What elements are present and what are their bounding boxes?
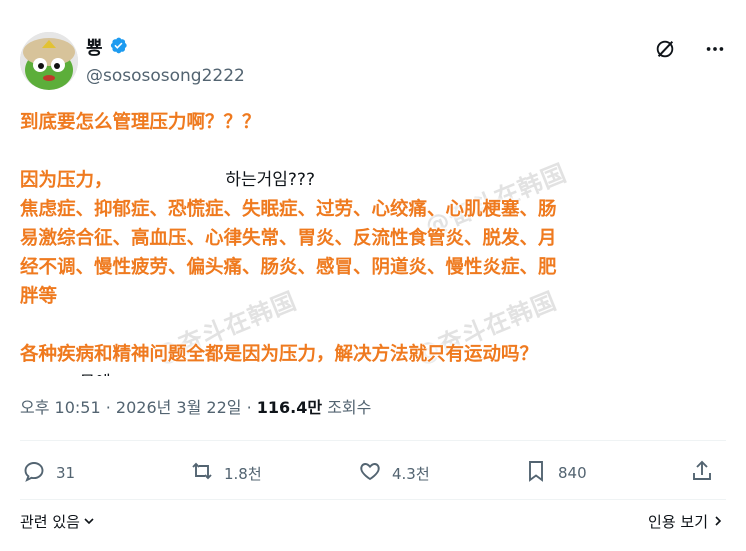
reply-count: 31	[56, 464, 76, 482]
translation-overlay: 到底要怎么管理压力啊？？？ 因为压力， 焦虑症、抑郁症、恐慌症、失眠症、过劳、心…	[20, 108, 726, 369]
related-label: 관련 있음	[20, 513, 80, 531]
quote-view-link[interactable]: 인용 보기	[648, 511, 724, 532]
like-icon	[358, 459, 382, 487]
overlay-line: 易激综合征、高血压、心律失常、胃炎、反流性食管炎、脱发、月	[20, 228, 557, 249]
share-icon	[690, 459, 714, 487]
more-icon[interactable]	[704, 38, 726, 64]
bookmark-count: 840	[558, 464, 587, 482]
tweet-meta: 오후 10:51 · 2026년 3월 22일 · 116.4만 조회수	[20, 394, 371, 418]
bookmark-icon	[524, 459, 548, 487]
overlay-gap	[20, 137, 726, 166]
tweet-text: 하는거임??? 문에 @奋斗在韩国 @奋斗在韩国 @奋斗在韩国 到底要怎么管理压…	[20, 108, 726, 376]
retweet-icon	[190, 459, 214, 487]
bookmark-button[interactable]: 840	[524, 459, 587, 487]
chevron-down-icon	[83, 513, 95, 531]
meta-separator: ·	[241, 398, 257, 417]
quote-view-label: 인용 보기	[648, 513, 708, 531]
overlay-line: 胖等	[20, 286, 58, 307]
action-bar: 31 1.8천 4.3천 840	[22, 459, 722, 495]
grok-icon[interactable]	[654, 38, 676, 64]
verified-icon	[109, 36, 128, 59]
tweet-time[interactable]: 오후 10:51	[20, 398, 101, 417]
overlay-line: 因为压力，	[20, 170, 113, 191]
overlay-line: 焦虑症、抑郁症、恐慌症、失眠症、过劳、心绞痛、心肌梗塞、肠	[20, 199, 557, 220]
like-count: 4.3천	[392, 464, 430, 483]
reply-icon	[22, 459, 46, 487]
overlay-line: 各种疾病和精神问题全都是因为压力，解决方法就只有运动吗？	[20, 344, 539, 365]
divider	[20, 440, 726, 441]
overlay-line: 经不调、慢性疲劳、偏头痛、肠炎、感冒、阴道炎、慢性炎症、肥	[20, 257, 557, 278]
name-row: 뿅	[86, 34, 128, 60]
original-line: 문에	[20, 369, 726, 376]
related-toggle[interactable]: 관련 있음	[20, 511, 95, 532]
reply-button[interactable]: 31	[22, 459, 75, 487]
overlay-line: 到底要怎么管理压力啊？？？	[20, 112, 261, 133]
tweet-date[interactable]: 2026년 3월 22일	[116, 398, 242, 417]
divider	[20, 499, 726, 500]
user-handle[interactable]: @sosososong2222	[86, 66, 245, 86]
share-button[interactable]	[690, 459, 714, 487]
header-actions	[654, 38, 726, 64]
overlay-gap	[20, 311, 726, 340]
retweet-button[interactable]: 1.8천	[190, 459, 262, 487]
display-name[interactable]: 뿅	[86, 34, 103, 60]
like-button[interactable]: 4.3천	[358, 459, 430, 487]
avatar[interactable]	[20, 32, 78, 90]
retweet-count: 1.8천	[224, 464, 262, 483]
tweet-header: 뿅 @sosososong2222	[20, 30, 726, 90]
view-count: 116.4만	[256, 398, 323, 417]
view-label: 조회수	[322, 398, 372, 417]
meta-separator: ·	[100, 398, 116, 417]
chevron-right-icon	[712, 513, 724, 531]
